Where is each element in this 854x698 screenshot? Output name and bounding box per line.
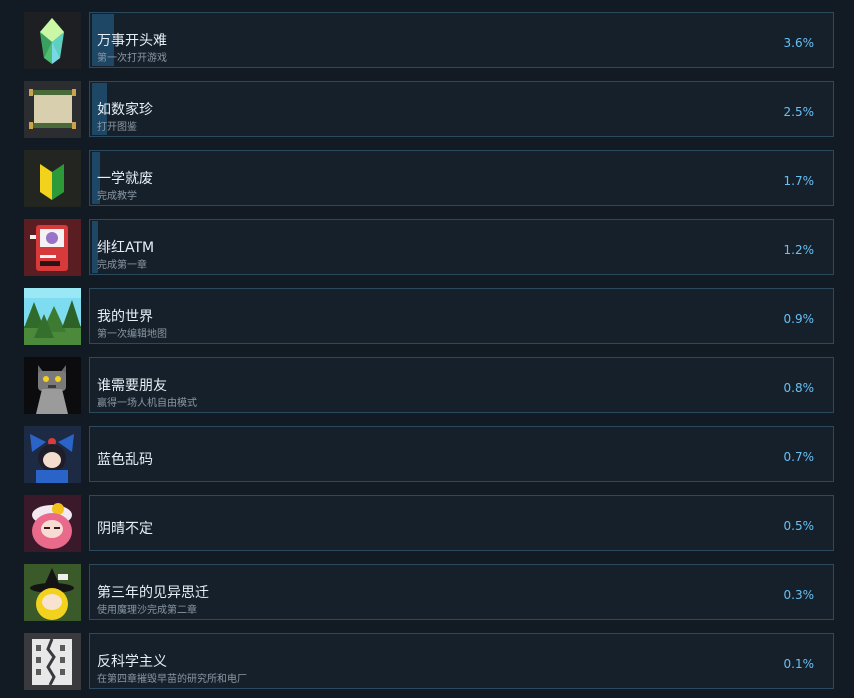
achievement-panel: 谁需要朋友 赢得一场人机自由模式 0.8% bbox=[89, 357, 834, 413]
unlock-percentage: 0.9% bbox=[783, 312, 815, 326]
blue-bow-girl-icon bbox=[24, 426, 81, 483]
achievement-row[interactable]: 蓝色乱码 0.7% bbox=[24, 426, 836, 484]
achievement-row[interactable]: 谁需要朋友 赢得一场人机自由模式 0.8% bbox=[24, 357, 836, 415]
unlock-percentage: 0.8% bbox=[783, 381, 815, 395]
achievement-description: 打开图鉴 bbox=[97, 122, 137, 133]
achievement-panel: 蓝色乱码 0.7% bbox=[89, 426, 834, 482]
unlock-percentage: 0.5% bbox=[783, 519, 815, 533]
unlock-percentage: 0.7% bbox=[783, 450, 815, 464]
achievement-title: 如数家珍 bbox=[97, 102, 153, 118]
achievement-panel: 第三年的见异思迁 使用魔理沙完成第二章 0.3% bbox=[89, 564, 834, 620]
achievement-row[interactable]: 万事开头难 第一次打开游戏 3.6% bbox=[24, 12, 836, 70]
forest-landscape-icon bbox=[24, 288, 81, 345]
achievement-row[interactable]: 一学就废 完成教学 1.7% bbox=[24, 150, 836, 208]
achievement-description: 在第四章摧毁早苗的研究所和电厂 bbox=[97, 674, 247, 685]
achievement-panel: 如数家珍 打开图鉴 2.5% bbox=[89, 81, 834, 137]
achievement-title: 第三年的见异思迁 bbox=[97, 585, 209, 601]
achievement-description: 第一次打开游戏 bbox=[97, 53, 167, 64]
achievement-row[interactable]: 如数家珍 打开图鉴 2.5% bbox=[24, 81, 836, 139]
achievement-row[interactable]: 我的世界 第一次编辑地图 0.9% bbox=[24, 288, 836, 346]
achievement-description: 使用魔理沙完成第二章 bbox=[97, 605, 197, 616]
achievement-panel: 万事开头难 第一次打开游戏 3.6% bbox=[89, 12, 834, 68]
green-crystal-icon bbox=[24, 12, 81, 69]
scroll-icon bbox=[24, 81, 81, 138]
pink-hair-girl-icon bbox=[24, 495, 81, 552]
achievement-title: 我的世界 bbox=[97, 309, 153, 325]
gray-robot-cat-icon bbox=[24, 357, 81, 414]
achievement-panel: 一学就废 完成教学 1.7% bbox=[89, 150, 834, 206]
achievement-panel: 我的世界 第一次编辑地图 0.9% bbox=[89, 288, 834, 344]
unlock-percentage: 0.3% bbox=[783, 588, 815, 602]
achievement-panel: 绯红ATM 完成第一章 1.2% bbox=[89, 219, 834, 275]
red-atm-icon bbox=[24, 219, 81, 276]
beginner-mark-icon bbox=[24, 150, 81, 207]
achievement-description: 完成第一章 bbox=[97, 260, 147, 271]
achievement-title: 一学就废 bbox=[97, 171, 153, 187]
achievement-description: 第一次编辑地图 bbox=[97, 329, 167, 340]
achievement-title: 阴晴不定 bbox=[97, 521, 153, 537]
unlock-percentage: 1.2% bbox=[783, 243, 815, 257]
achievement-title: 反科学主义 bbox=[97, 654, 167, 670]
achievement-row[interactable]: 绯红ATM 完成第一章 1.2% bbox=[24, 219, 836, 277]
unlock-percentage: 0.1% bbox=[783, 657, 815, 671]
achievement-title: 绯红ATM bbox=[97, 240, 155, 256]
achievement-title: 万事开头难 bbox=[97, 33, 167, 49]
achievement-row[interactable]: 第三年的见异思迁 使用魔理沙完成第二章 0.3% bbox=[24, 564, 836, 622]
unlock-percentage: 2.5% bbox=[783, 105, 815, 119]
achievement-title: 谁需要朋友 bbox=[97, 378, 167, 394]
achievement-row[interactable]: 反科学主义 在第四章摧毁早苗的研究所和电厂 0.1% bbox=[24, 633, 836, 691]
achievement-description: 赢得一场人机自由模式 bbox=[97, 398, 197, 409]
achievement-description: 完成教学 bbox=[97, 191, 137, 202]
witch-hat-girl-icon bbox=[24, 564, 81, 621]
achievement-list: 万事开头难 第一次打开游戏 3.6% 如数家珍 打开图鉴 2.5% 一学就废 完… bbox=[0, 0, 854, 698]
achievement-row[interactable]: 阴晴不定 0.5% bbox=[24, 495, 836, 553]
unlock-percentage: 1.7% bbox=[783, 174, 815, 188]
unlock-percentage: 3.6% bbox=[783, 36, 815, 50]
achievement-panel: 阴晴不定 0.5% bbox=[89, 495, 834, 551]
achievement-title: 蓝色乱码 bbox=[97, 452, 153, 468]
achievement-panel: 反科学主义 在第四章摧毁早苗的研究所和电厂 0.1% bbox=[89, 633, 834, 689]
broken-building-icon bbox=[24, 633, 81, 690]
